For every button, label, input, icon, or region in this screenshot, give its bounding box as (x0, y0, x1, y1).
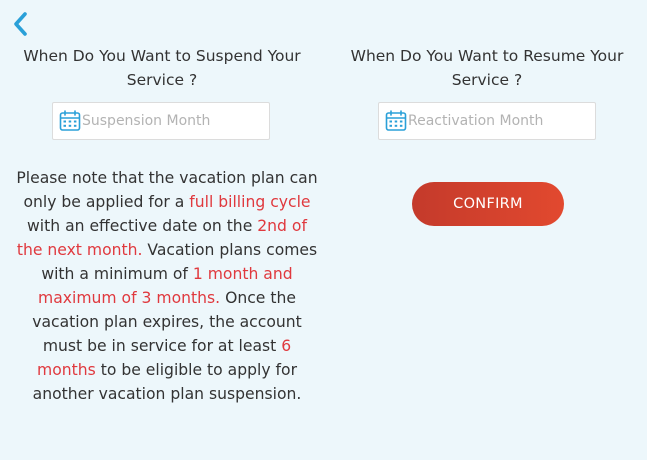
calendar-icon (59, 110, 81, 131)
resume-heading: When Do You Want to Resume Your Service ? (350, 47, 624, 89)
suspension-month-field[interactable] (52, 102, 270, 140)
back-button[interactable] (9, 9, 33, 39)
suspend-heading: When Do You Want to Suspend Your Service … (23, 47, 301, 89)
resume-section: When Do You Want to Resume Your Service ? (329, 44, 645, 140)
suspension-month-input[interactable] (82, 103, 262, 139)
suspend-section: When Do You Want to Suspend Your Service … (4, 44, 320, 140)
vacation-plan-note: Please note that the vacation plan can o… (16, 169, 318, 403)
reactivation-month-field[interactable] (378, 102, 596, 140)
note-highlight: full billing cycle (189, 193, 311, 211)
reactivation-month-input[interactable] (408, 103, 588, 139)
confirm-button[interactable]: CONFIRM (412, 182, 564, 226)
chevron-left-icon (14, 12, 27, 36)
calendar-icon (385, 110, 407, 131)
